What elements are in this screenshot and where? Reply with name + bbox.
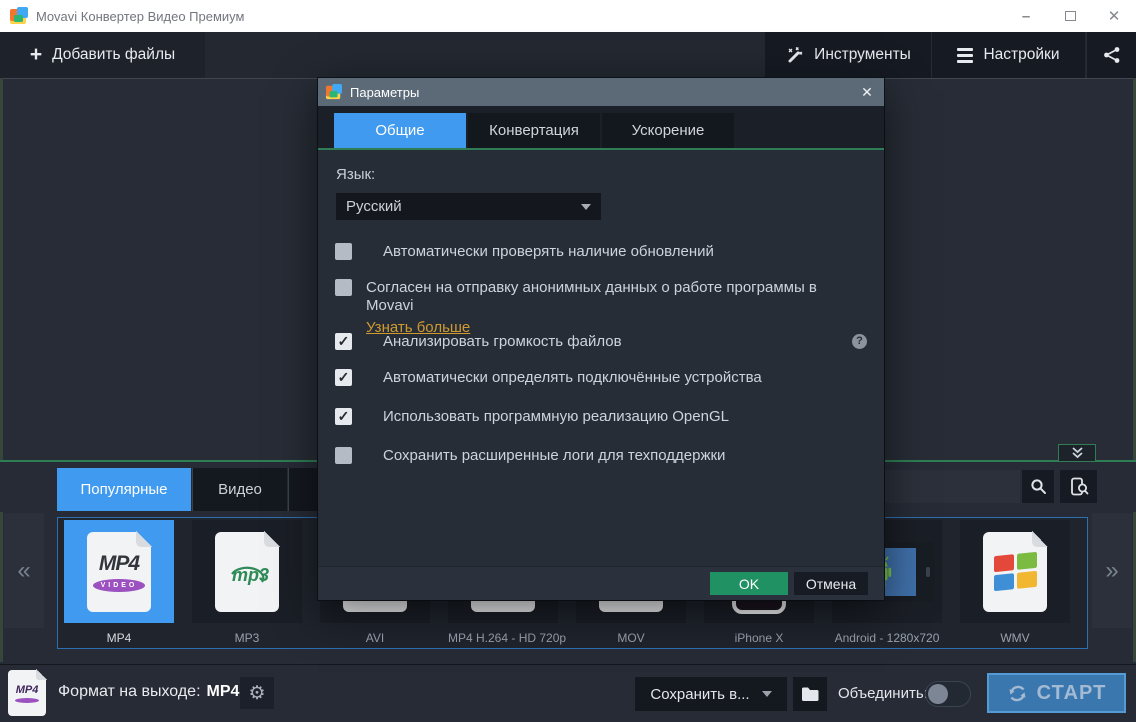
preset-label: iPhone X: [704, 631, 814, 645]
merge-toggle[interactable]: [925, 681, 971, 707]
cancel-button[interactable]: Отмена: [794, 572, 868, 595]
preset-card-1[interactable]: mp3 MP3: [192, 520, 302, 645]
checkbox-box-1[interactable]: [335, 279, 352, 296]
share-button[interactable]: [1086, 32, 1136, 78]
tools-button[interactable]: Инструменты: [765, 32, 931, 78]
menu-icon: [957, 48, 973, 63]
dialog-footer: OK Отмена: [318, 566, 884, 600]
search-icon: [1030, 478, 1047, 495]
dialog-app-icon: [326, 84, 342, 100]
preset-label: WMV: [960, 631, 1070, 645]
preset-label: MOV: [576, 631, 686, 645]
start-button[interactable]: СТАРТ: [987, 673, 1126, 713]
checkbox-row-opengl[interactable]: ✓ Использовать программную реализацию Op…: [335, 408, 844, 426]
chevron-down-icon: [762, 691, 772, 697]
settings-button[interactable]: Настройки: [931, 32, 1085, 78]
gear-icon: ⚙: [248, 682, 265, 705]
scroll-right-button[interactable]: »: [1092, 513, 1132, 628]
dialog-tab-1[interactable]: Конвертация: [468, 113, 600, 148]
preset-label: MP4 H.264 - HD 720p: [448, 631, 558, 645]
folder-icon: [801, 686, 820, 702]
output-format-text: Формат на выходе:MP4: [58, 683, 239, 701]
magic-wand-icon: [785, 46, 804, 65]
double-chevron-down-icon: [1071, 447, 1084, 459]
share-icon: [1103, 46, 1121, 64]
preset-label: Android - 1280x720: [832, 631, 942, 645]
preset-tab-0[interactable]: Популярные: [57, 468, 191, 511]
dialog-tab-0[interactable]: Общие: [334, 113, 466, 148]
checkbox-box-4[interactable]: ✓: [335, 408, 352, 425]
chevron-down-icon: [581, 204, 591, 210]
preset-label: MP4: [64, 631, 174, 645]
mp4-file-icon: MP4 VIDEO: [87, 532, 151, 612]
svg-text:mp3: mp3: [232, 565, 269, 585]
device-search-icon: [1069, 477, 1089, 497]
output-format-value: MP4: [207, 683, 240, 700]
scroll-left-button[interactable]: «: [4, 513, 44, 628]
save-to-dropdown[interactable]: Сохранить в...: [635, 677, 787, 711]
preset-card-7[interactable]: WMV: [960, 520, 1070, 645]
convert-sync-icon: [1007, 683, 1028, 704]
checkbox-row-updates[interactable]: Автоматически проверять наличие обновлен…: [335, 243, 844, 261]
checkbox-row-detect-devices[interactable]: ✓ Автоматически определять подключённые …: [335, 369, 844, 387]
checkbox-row-anonymous-data[interactable]: Согласен на отправку анонимных данных о …: [335, 279, 844, 337]
checkbox-row-analyze-volume[interactable]: ✓ Анализировать громкость файлов: [335, 333, 844, 351]
close-icon: ✕: [861, 84, 873, 101]
dialog-titlebar: Параметры ✕: [318, 78, 884, 106]
format-settings-button[interactable]: ⚙: [240, 677, 274, 709]
language-value: Русский: [346, 198, 402, 215]
checkbox-row-extended-logs[interactable]: Сохранить расширенные логи для техподдер…: [335, 447, 844, 465]
merge-label: Объединить:: [838, 685, 928, 702]
add-files-button[interactable]: + Добавить файлы: [0, 32, 205, 78]
window-title: Movavi Конвертер Видео Премиум: [36, 9, 244, 24]
window-titlebar: Movavi Конвертер Видео Премиум: [0, 0, 1136, 32]
dialog-close-button[interactable]: ✕: [850, 78, 884, 106]
output-format-icon: MP4: [8, 670, 46, 716]
minimize-button[interactable]: –: [1004, 0, 1048, 32]
preset-label: AVI: [320, 631, 430, 645]
settings-dialog: Параметры ✕ Общие Конвертация Ускорение …: [318, 78, 884, 600]
dialog-body: Язык: Русский Автоматически проверять на…: [318, 150, 884, 566]
windows-flag-icon: [994, 552, 1037, 592]
help-icon[interactable]: ?: [852, 334, 867, 349]
maximize-button[interactable]: [1048, 0, 1092, 32]
preset-card-0[interactable]: MP4 VIDEO MP4: [64, 520, 174, 645]
checkbox-box-5[interactable]: [335, 447, 352, 464]
app-logo-icon: [10, 7, 28, 25]
preset-tab-1[interactable]: Видео: [192, 468, 287, 511]
language-label: Язык:: [336, 166, 375, 183]
ok-button[interactable]: OK: [710, 572, 788, 595]
drop-edge-left: [0, 78, 3, 662]
plus-icon: +: [30, 44, 42, 65]
wmv-file-icon: [983, 532, 1047, 612]
bottom-bar: MP4 Формат на выходе:MP4 ⚙ Сохранить в..…: [0, 664, 1136, 722]
close-window-button[interactable]: ✕: [1092, 0, 1136, 32]
checkbox-box-0[interactable]: [335, 243, 352, 260]
collapse-presets-button[interactable]: [1058, 444, 1096, 461]
mp3-file-icon: mp3: [215, 532, 279, 612]
dialog-title: Параметры: [350, 85, 419, 100]
open-folder-button[interactable]: [793, 677, 827, 711]
device-search-button[interactable]: [1060, 470, 1097, 503]
search-button[interactable]: [1022, 470, 1054, 503]
dialog-tab-2[interactable]: Ускорение: [602, 113, 734, 148]
checkbox-box-3[interactable]: ✓: [335, 369, 352, 386]
language-select[interactable]: Русский: [336, 193, 601, 220]
maximize-icon: [1065, 11, 1076, 21]
preset-label: MP3: [192, 631, 302, 645]
dialog-tabbar: Общие Конвертация Ускорение: [318, 106, 884, 148]
checkbox-box-2[interactable]: ✓: [335, 333, 352, 350]
